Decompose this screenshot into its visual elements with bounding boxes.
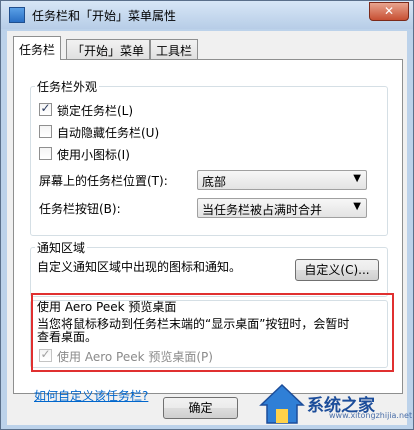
check-mark-icon: ✓ bbox=[40, 101, 51, 115]
taskbar-app-icon bbox=[9, 7, 25, 23]
notification-group-title: 通知区域 bbox=[35, 239, 88, 256]
taskbar-buttons-label: 任务栏按钮(B): bbox=[39, 202, 121, 216]
tab-panel-taskbar: 任务栏外观 ✓ 锁定任务栏(L) 自动隐藏任务栏(U) 使用小图标(I) 屏幕上… bbox=[13, 59, 403, 403]
help-link[interactable]: 如何自定义该任务栏? bbox=[34, 387, 148, 404]
house-logo-icon bbox=[259, 383, 305, 424]
lock-taskbar-checkbox[interactable]: ✓ bbox=[39, 101, 52, 116]
taskbar-location-label: 屏幕上的任务栏位置(T): bbox=[39, 174, 168, 188]
close-button[interactable]: ✕ bbox=[369, 2, 409, 21]
dialog-client-area: 任务栏 「开始」菜单 工具栏 任务栏外观 ✓ 锁定任务栏(L) 自动隐藏任务栏(… bbox=[7, 31, 407, 425]
watermark-url: www.xitongzhijia.net bbox=[329, 411, 413, 420]
appearance-group-title: 任务栏外观 bbox=[35, 78, 100, 95]
notification-description: 自定义通知区域中出现的图标和通知。 bbox=[37, 260, 242, 274]
watermark: 系统之家 www.xitongzhijia.net bbox=[259, 381, 413, 425]
ok-button[interactable]: 确定 bbox=[163, 397, 238, 419]
taskbar-buttons-value: 当任务栏被占满时合并 bbox=[202, 203, 323, 217]
taskbar-location-select[interactable]: 底部 ▼ bbox=[197, 170, 367, 190]
autohide-taskbar-label[interactable]: 自动隐藏任务栏(U) bbox=[57, 124, 159, 141]
tab-toolbars[interactable]: 工具栏 bbox=[150, 39, 199, 59]
chevron-down-icon: ▼ bbox=[353, 173, 361, 184]
properties-window: 任务栏和「开始」菜单属性 ✕ 任务栏 「开始」菜单 工具栏 任务栏外观 ✓ 锁定… bbox=[0, 0, 414, 430]
highlight-box bbox=[31, 293, 394, 372]
window-title: 任务栏和「开始」菜单属性 bbox=[32, 9, 177, 23]
customize-notification-button[interactable]: 自定义(C)... bbox=[295, 259, 379, 281]
tab-taskbar[interactable]: 任务栏 bbox=[13, 36, 62, 60]
small-icons-label[interactable]: 使用小图标(I) bbox=[57, 146, 130, 163]
title-bar[interactable]: 任务栏和「开始」菜单属性 ✕ bbox=[1, 1, 413, 29]
taskbar-buttons-select[interactable]: 当任务栏被占满时合并 ▼ bbox=[197, 198, 367, 218]
chevron-down-icon: ▼ bbox=[353, 201, 361, 212]
taskbar-location-value: 底部 bbox=[202, 175, 227, 189]
small-icons-checkbox[interactable] bbox=[39, 147, 52, 160]
lock-taskbar-label[interactable]: 锁定任务栏(L) bbox=[57, 102, 133, 119]
tab-start-menu[interactable]: 「开始」菜单 bbox=[66, 39, 151, 59]
autohide-taskbar-checkbox[interactable] bbox=[39, 125, 52, 138]
